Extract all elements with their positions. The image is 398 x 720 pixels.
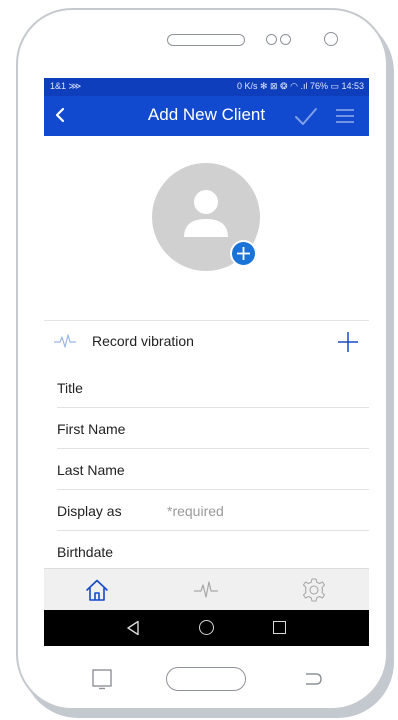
- title-field[interactable]: Title: [57, 367, 369, 408]
- pulse-icon[interactable]: [193, 577, 219, 603]
- nav-home-icon[interactable]: [199, 620, 214, 635]
- add-vibration-icon[interactable]: [337, 331, 359, 353]
- first-name-field[interactable]: First Name: [57, 408, 369, 449]
- record-vibration-label: Record vibration: [92, 333, 194, 349]
- proximity-sensor-icon: [266, 34, 277, 45]
- status-bar: 1&1 ⋙ 0 K/s ✻ ⊠ ❂ ◠ .ıl 76% ▭ 14:53: [44, 78, 369, 96]
- phone-screen: 1&1 ⋙ 0 K/s ✻ ⊠ ❂ ◠ .ıl 76% ▭ 14:53 Add …: [44, 78, 369, 646]
- pulse-icon: [54, 334, 76, 348]
- android-nav-bar: [44, 610, 369, 646]
- record-vibration-row[interactable]: Record vibration: [44, 321, 369, 361]
- add-photo-button[interactable]: [230, 240, 257, 267]
- page-title: Add New Client: [147, 105, 266, 124]
- avatar-section: [44, 136, 369, 320]
- birthdate-field[interactable]: Birthdate: [57, 531, 369, 572]
- save-check-icon[interactable]: [294, 105, 318, 127]
- hardware-home-button[interactable]: [166, 667, 246, 691]
- field-label: Title: [57, 380, 83, 396]
- hardware-recent-icon[interactable]: [91, 668, 113, 690]
- field-label: Last Name: [57, 462, 125, 478]
- required-hint: *required: [167, 503, 224, 519]
- speaker-grille: [167, 34, 245, 46]
- last-name-field[interactable]: Last Name: [57, 449, 369, 490]
- app-bar: Add New Client: [44, 96, 369, 136]
- status-indicators: 0 K/s ✻ ⊠ ❂ ◠ .ıl 76% ▭ 14:53: [236, 81, 364, 91]
- nav-back-icon[interactable]: [126, 620, 140, 636]
- plus-icon: [237, 247, 250, 260]
- gear-icon[interactable]: [301, 577, 327, 603]
- front-camera-icon: [324, 32, 338, 46]
- field-label: Birthdate: [57, 544, 114, 560]
- light-sensor-icon: [280, 34, 291, 45]
- home-icon[interactable]: [84, 577, 110, 603]
- display-as-field[interactable]: Display as *required: [57, 490, 369, 531]
- menu-icon[interactable]: [335, 108, 355, 124]
- carrier-label: 1&1 ⋙: [50, 81, 82, 91]
- field-label: Display as: [57, 503, 122, 519]
- bottom-tab-bar: [44, 568, 369, 610]
- hardware-back-icon[interactable]: [302, 670, 324, 688]
- nav-recent-apps-icon[interactable]: [273, 621, 286, 634]
- field-label: First Name: [57, 421, 126, 437]
